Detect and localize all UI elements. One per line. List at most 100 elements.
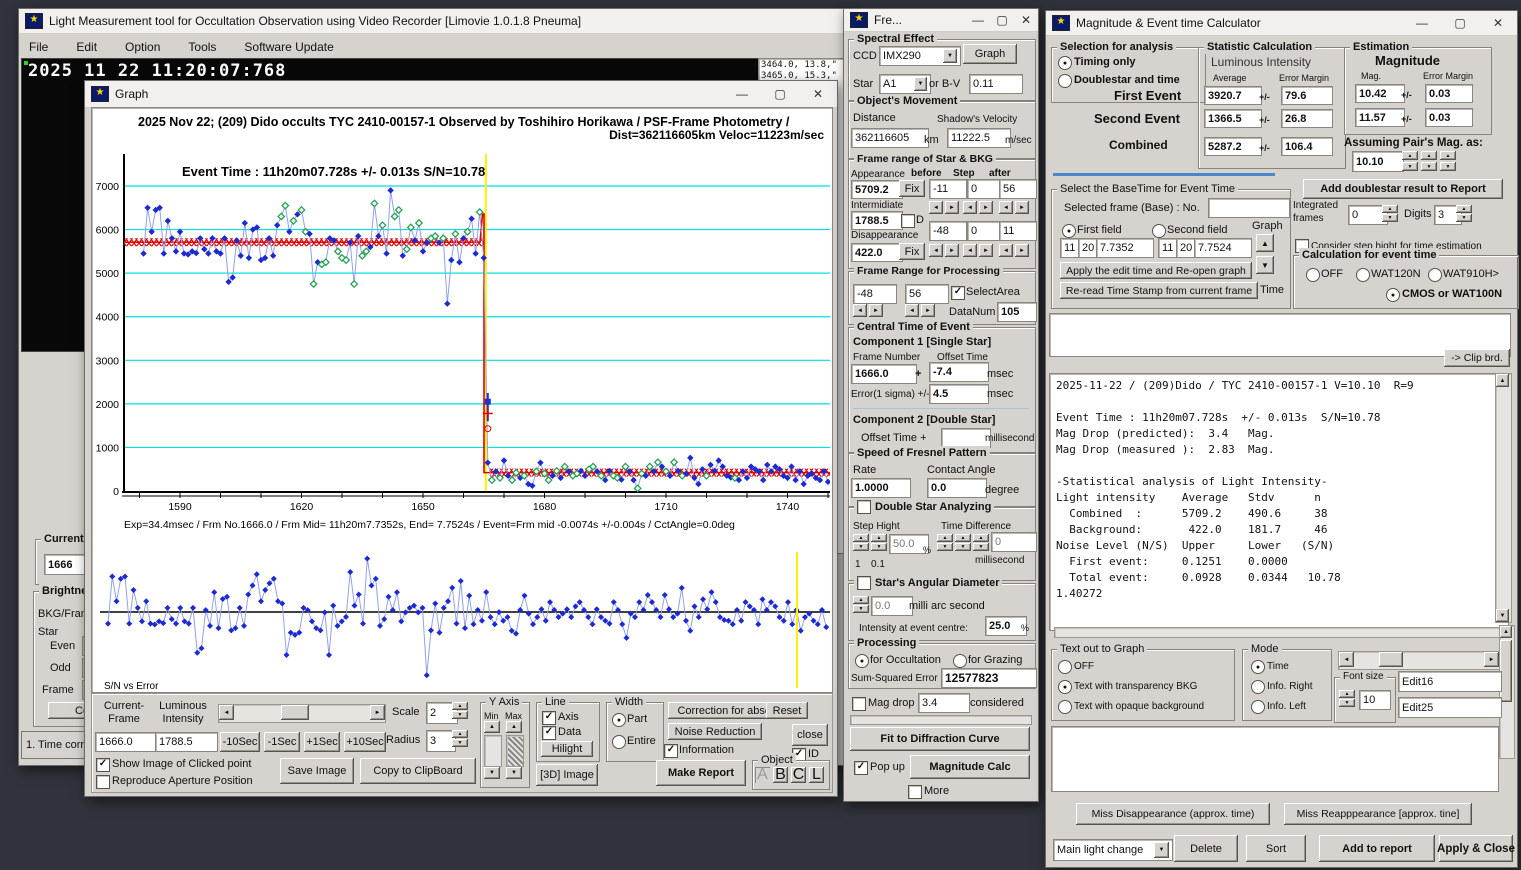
close-button[interactable]: close (792, 724, 828, 746)
magnitude-calc-button[interactable]: Magnitude Calc (910, 755, 1030, 779)
assume-down-steppers[interactable]: ▼ ▼ ▼ (1402, 162, 1456, 171)
step-hight-stepper1[interactable]: ▲ ▼ (853, 534, 869, 551)
ymax-up-icon[interactable]: ▲ (506, 721, 522, 733)
assume-up-steppers[interactable]: ▲ ▲ ▲ (1402, 151, 1456, 160)
grazing-radio[interactable] (953, 654, 967, 668)
scroll-left-icon[interactable]: ◄ (219, 705, 234, 720)
time-diff-stepper3[interactable]: ▲ ▼ (973, 534, 989, 551)
apply-close-button[interactable]: Apply & Close (1437, 835, 1515, 862)
chevron-down-icon[interactable]: ▼ (1154, 842, 1169, 858)
second-field-radio[interactable] (1152, 224, 1166, 238)
bv-field[interactable]: 0.11 (969, 74, 1023, 94)
distance-field[interactable]: 362116605 (851, 128, 929, 148)
wat120n-radio[interactable] (1356, 268, 1370, 282)
object-a-button[interactable]: A (755, 766, 770, 783)
calculator-titlebar[interactable]: ★ Magnitude & Event time Calculator — ▢ ✕ (1046, 11, 1517, 36)
scroll-right-icon[interactable]: ► (370, 705, 385, 720)
disappearance-field[interactable]: 422.0 (851, 243, 903, 262)
ymin-up-icon[interactable]: ▲ (484, 721, 500, 733)
main-titlebar[interactable]: ★ Light Measurement tool for Occultation… (19, 9, 846, 34)
frame-number-field[interactable]: 1666.0 (851, 364, 917, 384)
first-ss-field[interactable]: 7.7352 (1096, 238, 1154, 258)
current-frame-value[interactable]: 1666.0 (95, 732, 158, 752)
second-avg-field[interactable]: 1366.5 (1204, 109, 1262, 128)
part-radio[interactable]: ● (612, 713, 626, 727)
star-type-combobox[interactable]: A1 ▼ (879, 74, 931, 94)
doublestar-time-radio[interactable] (1058, 74, 1072, 88)
first-avg-field[interactable]: 3920.7 (1204, 86, 1262, 105)
before-field[interactable]: -11 (929, 179, 967, 199)
scroll-up-icon[interactable]: ▲ (1496, 374, 1509, 387)
up-icon[interactable]: ▲ (452, 702, 468, 710)
font-size-field[interactable]: 10 (1359, 690, 1391, 710)
apply-edit-time-button[interactable]: Apply the edit time and Re-open graph (1060, 262, 1252, 279)
information-checkbox[interactable]: ✓ (664, 744, 678, 758)
second-mag-field[interactable]: 11.57 (1355, 108, 1405, 127)
dis-after-stepper[interactable]: ◄ ► (999, 244, 1029, 257)
proc-from-field[interactable]: -48 (853, 284, 897, 304)
down-icon[interactable]: ▼ (452, 711, 468, 719)
step-field[interactable]: 0 (967, 179, 1001, 199)
time-diff-stepper1[interactable]: ▲ ▼ (937, 534, 953, 551)
dis-step-stepper[interactable]: ◄ ► (963, 244, 993, 257)
integrated-stepper[interactable]: ▲ ▼ (1382, 205, 1398, 222)
second-err-field[interactable]: 26.8 (1281, 109, 1333, 128)
minus-10sec-button[interactable]: -10Sec (220, 732, 260, 752)
light-curve-chart[interactable]: 0 1000 2000 3000 4000 5000 6000 7000 1590 1620 165… (94, 110, 830, 542)
ymin-scrollbar[interactable] (484, 735, 502, 767)
disappearance-fix-button[interactable]: Fix (899, 243, 925, 260)
sum-squared-field[interactable]: 12577823 (941, 668, 1037, 688)
step-stepper[interactable]: ◄ ► (963, 201, 993, 214)
angular-field[interactable]: 0.0 (871, 596, 913, 616)
minus-1sec-button[interactable]: -1Sec (264, 732, 300, 752)
residual-chart[interactable]: S/N vs Error (94, 548, 830, 690)
close-icon[interactable]: ✕ (1479, 16, 1517, 30)
textout-off-radio[interactable] (1058, 660, 1072, 674)
after-stepper[interactable]: ◄ ► (999, 201, 1029, 214)
maximize-icon[interactable]: ▢ (761, 87, 799, 101)
mode-inforight-radio[interactable] (1251, 680, 1265, 694)
maximize-icon[interactable]: ▢ (1441, 16, 1479, 30)
double-star-checkbox[interactable] (857, 500, 871, 514)
dis-before-field[interactable]: -48 (929, 221, 967, 241)
dis-after-field[interactable]: 11 (999, 221, 1037, 241)
fresnel-titlebar[interactable]: ★ Fre... — ▢ ✕ (844, 9, 1038, 32)
ymax-down-icon[interactable]: ▼ (506, 767, 522, 779)
menu-file[interactable]: File (29, 40, 48, 54)
result-line-box[interactable] (1049, 313, 1511, 357)
textout-opaque-radio[interactable] (1058, 700, 1072, 714)
maximize-icon[interactable]: ▢ (990, 13, 1014, 27)
textout-trans-radio[interactable]: ● (1058, 680, 1072, 694)
object-c-button[interactable]: C (791, 766, 806, 783)
data-checkbox[interactable]: ✓ (542, 726, 556, 740)
mode-infoleft-radio[interactable] (1251, 700, 1265, 714)
angular-stepper[interactable]: ▲ ▼ (853, 596, 869, 613)
popup-checkbox[interactable]: ✓ (854, 761, 868, 775)
reread-timestamp-button[interactable]: Re-read Time Stamp from current frame (1060, 282, 1258, 299)
second-ss-field[interactable]: 7.7524 (1194, 238, 1252, 258)
radius-stepper[interactable]: ▲ ▼ (452, 730, 468, 747)
fit-diffraction-button[interactable]: Fit to Diffraction Curve (850, 727, 1030, 751)
proc-to-stepper[interactable]: ◄ ► (905, 304, 935, 317)
spectral-graph-button[interactable]: Graph (963, 44, 1017, 64)
chevron-down-icon[interactable]: ▼ (943, 49, 957, 63)
wat910h-radio[interactable] (1428, 268, 1442, 282)
scrollbar-thumb[interactable] (281, 705, 309, 720)
cmos-radio[interactable]: ● (1386, 288, 1400, 302)
plus-1sec-button[interactable]: +1Sec (304, 732, 340, 752)
dis-step-field[interactable]: 0 (967, 221, 1001, 241)
up-icon[interactable]: ▲ (452, 730, 468, 738)
after-field[interactable]: 56 (999, 179, 1037, 199)
sort-button[interactable]: Sort (1246, 835, 1306, 862)
close-icon[interactable]: ✕ (1014, 13, 1038, 27)
digits-stepper[interactable]: ▲ ▼ (1456, 205, 1472, 222)
reproduce-aperture-checkbox[interactable] (96, 775, 110, 789)
offset-time-field[interactable]: -7.4 (929, 362, 989, 382)
minimize-icon[interactable]: — (966, 13, 990, 27)
edit16-field[interactable]: Edit16 (1398, 671, 1502, 692)
font-size-stepper[interactable]: ▲ ▼ (1339, 690, 1355, 707)
noise-reduction-button[interactable]: Noise Reduction (668, 723, 762, 740)
before-stepper[interactable]: ◄ ► (929, 201, 959, 214)
scroll-right-icon[interactable]: ► (1484, 652, 1499, 667)
graph-down-button[interactable]: ▼ (1256, 256, 1274, 274)
